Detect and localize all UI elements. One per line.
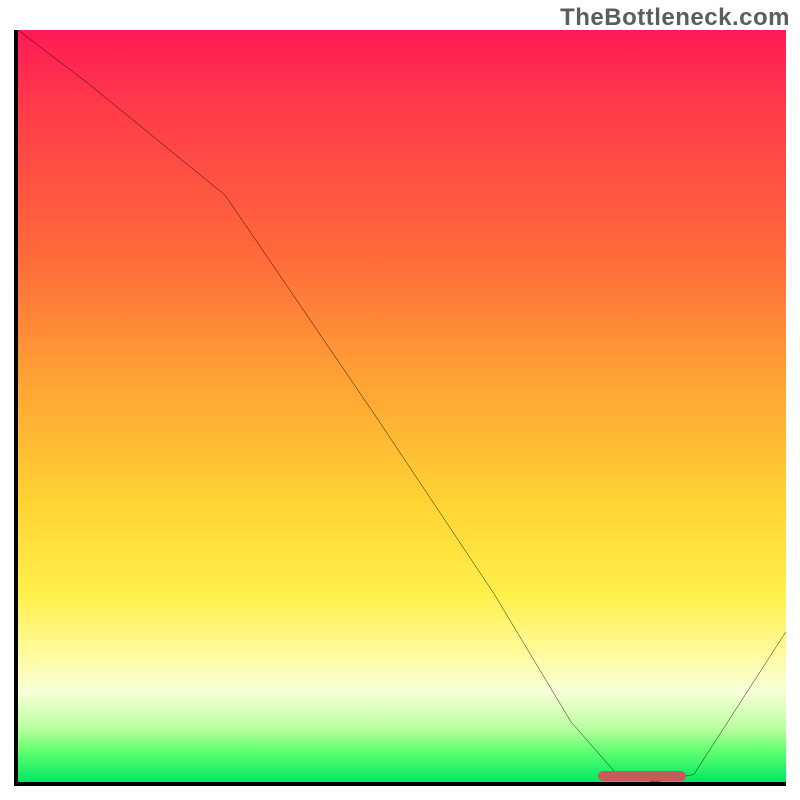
optimal-range-marker	[598, 771, 686, 781]
bottleneck-curve	[18, 30, 786, 782]
watermark-text: TheBottleneck.com	[560, 4, 790, 32]
chart-area	[14, 30, 786, 786]
